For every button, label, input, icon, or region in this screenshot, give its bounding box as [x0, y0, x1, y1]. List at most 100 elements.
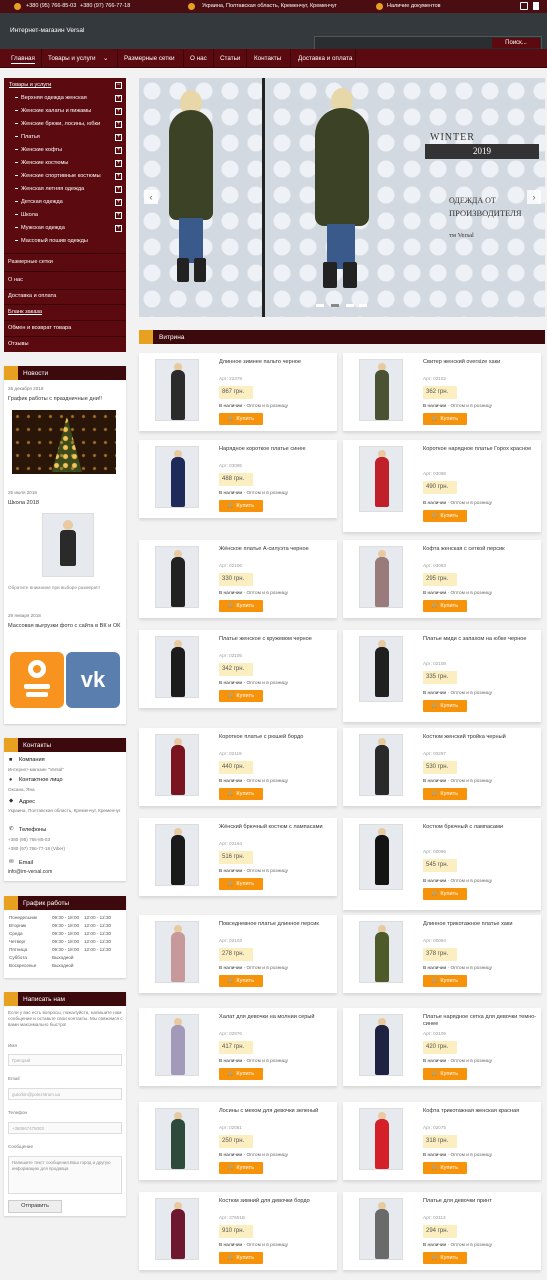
- category-item[interactable]: Женские халаты и пижамы: [4, 108, 126, 114]
- category-item[interactable]: Массовый пошив одежды: [4, 238, 126, 244]
- category-item[interactable]: Женские спортивные костюмы: [4, 173, 126, 179]
- product-title[interactable]: Кофта женская с сеткой персик: [423, 546, 537, 553]
- product-image[interactable]: [359, 824, 403, 890]
- buy-button[interactable]: 🛒 Купить: [219, 1068, 263, 1080]
- product-card[interactable]: Длинное трикотажное платье хаки Арт: 0009…: [343, 915, 541, 993]
- product-title[interactable]: Платье женское с кружевом черное: [219, 636, 333, 643]
- buy-button[interactable]: 🛒 Купить: [423, 888, 467, 900]
- slider-dot[interactable]: [346, 304, 354, 307]
- product-card[interactable]: Свитер женский oversize хаки Арт: 02102 36…: [343, 353, 541, 431]
- product-card[interactable]: Костюм брючный с лампасами Арт: 00096 545 …: [343, 818, 541, 910]
- product-image[interactable]: [155, 636, 199, 698]
- email-value[interactable]: info@im-versal.com: [8, 869, 52, 875]
- buy-button[interactable]: 🛒 Купить: [423, 700, 467, 712]
- sidebar-link-delivery[interactable]: Доставка и оплата: [8, 293, 130, 299]
- product-card[interactable]: Халат для девочки на молнии серый Арт: 02…: [139, 1008, 337, 1086]
- news-title[interactable]: График работы с праздничные дни!!: [8, 396, 102, 402]
- slider-dot[interactable]: [316, 304, 324, 307]
- product-card[interactable]: Платье женское с кружевом черное Арт: 021…: [139, 630, 337, 708]
- collapse-icon[interactable]: −: [115, 82, 122, 89]
- category-item[interactable]: Школа: [4, 212, 126, 218]
- category-item[interactable]: Женские брюки, лосины, юбки: [4, 121, 126, 127]
- buy-button[interactable]: 🛒 Купить: [423, 1252, 467, 1264]
- product-image[interactable]: [155, 546, 199, 608]
- category-item[interactable]: Верхняя одежда женская: [4, 95, 126, 101]
- buy-button[interactable]: 🛒 Купить: [219, 500, 263, 512]
- sidebar-link-exchange[interactable]: Обмен и возврат товара: [8, 325, 130, 331]
- product-image[interactable]: [359, 734, 403, 796]
- product-card[interactable]: Платье миди с запахом на юбке черное Арт:…: [343, 630, 541, 722]
- product-image[interactable]: [155, 1108, 199, 1170]
- product-title[interactable]: Лосины с мехом для девочки зеленый: [219, 1108, 333, 1115]
- menu-icon[interactable]: [533, 2, 539, 10]
- product-title[interactable]: Платье для девочки принт: [423, 1198, 537, 1205]
- buy-button[interactable]: 🛒 Купить: [219, 600, 263, 612]
- product-title[interactable]: Жёнский брючный костюм с лампасами: [219, 824, 333, 831]
- product-title[interactable]: Кофта трикотажная женская красная: [423, 1108, 537, 1115]
- product-image[interactable]: [155, 359, 199, 421]
- expand-icon[interactable]: +: [115, 147, 122, 154]
- expand-icon[interactable]: +: [115, 186, 122, 193]
- product-image[interactable]: [359, 1198, 403, 1260]
- product-image[interactable]: [155, 921, 199, 983]
- product-card[interactable]: Жёнское платье А-силуэта черное Арт: 0210…: [139, 540, 337, 618]
- search-button[interactable]: Поиск...: [492, 38, 540, 48]
- product-title[interactable]: Нарядное короткое платье синее: [219, 446, 333, 453]
- product-title[interactable]: Жёнское платье А-силуэта черное: [219, 546, 333, 553]
- product-card[interactable]: Лосины с мехом для девочки зеленый Арт: 0…: [139, 1102, 337, 1180]
- buy-button[interactable]: 🛒 Купить: [219, 975, 263, 987]
- slider-dot[interactable]: [331, 304, 339, 307]
- buy-button[interactable]: 🛒 Купить: [423, 413, 467, 425]
- product-title[interactable]: Костюм зимний для девочки бордо: [219, 1198, 333, 1205]
- product-image[interactable]: [359, 921, 403, 983]
- category-item[interactable]: Детская одежда: [4, 199, 126, 205]
- buy-button[interactable]: 🛒 Купить: [219, 1252, 263, 1264]
- category-item[interactable]: Женская летняя одежда: [4, 186, 126, 192]
- product-card[interactable]: Короткое нарядное платье Горох красное Ар…: [343, 440, 541, 532]
- product-card[interactable]: Повседневное платье длинное персик Арт: 0…: [139, 915, 337, 993]
- buy-button[interactable]: 🛒 Купить: [423, 1068, 467, 1080]
- product-card[interactable]: Короткое платье с рюшей бордо Арт: 02119 4…: [139, 728, 337, 806]
- phone-field[interactable]: +380667475003: [8, 1122, 122, 1134]
- product-title[interactable]: Костюм женский тройка черный: [423, 734, 537, 741]
- topbar-phone2[interactable]: +380 (97) 766-77-18: [80, 3, 130, 9]
- product-title[interactable]: Халат для девочки на молнии серый: [219, 1014, 333, 1021]
- buy-button[interactable]: 🛒 Купить: [219, 788, 263, 800]
- phone-value[interactable]: +380 (97) 766-77-18 (Viber): [8, 846, 65, 851]
- product-card[interactable]: Длинное зимнее пальто черное Арт: 22379 86…: [139, 353, 337, 431]
- slider-dot[interactable]: [359, 304, 367, 307]
- product-title[interactable]: Короткое нарядное платье Горох красное: [423, 446, 537, 453]
- expand-icon[interactable]: +: [115, 225, 122, 232]
- slider-next-icon[interactable]: ›: [527, 190, 541, 204]
- topbar-phone1[interactable]: +380 (95) 766-85-03: [26, 3, 76, 9]
- buy-button[interactable]: 🛒 Купить: [423, 975, 467, 987]
- product-image[interactable]: [359, 636, 403, 702]
- product-image[interactable]: [155, 446, 199, 508]
- product-image[interactable]: [155, 1198, 199, 1260]
- expand-icon[interactable]: +: [115, 173, 122, 180]
- buy-button[interactable]: 🛒 Купить: [423, 510, 467, 522]
- product-title[interactable]: Повседневное платье длинное персик: [219, 921, 333, 928]
- phone-value[interactable]: +380 (95) 766-85-03: [8, 837, 50, 842]
- product-card[interactable]: Нарядное короткое платье синее Арт: 03095…: [139, 440, 337, 518]
- product-card[interactable]: Кофта женская с сеткой персик Арт: 03093 2…: [343, 540, 541, 618]
- vk-icon[interactable]: vk: [66, 652, 120, 708]
- slider-prev-icon[interactable]: ‹: [144, 190, 158, 204]
- product-image[interactable]: [155, 734, 199, 796]
- name-field[interactable]: Григорий: [8, 1054, 122, 1066]
- product-title[interactable]: Платье нарядное сетка для девочки темно-…: [423, 1014, 537, 1028]
- product-image[interactable]: [359, 1014, 403, 1076]
- expand-icon[interactable]: +: [115, 108, 122, 115]
- product-image[interactable]: [359, 446, 403, 512]
- buy-button[interactable]: 🛒 Купить: [423, 1162, 467, 1174]
- topbar-docs-link[interactable]: Наличие документов: [387, 3, 441, 9]
- buy-button[interactable]: 🛒 Купить: [423, 600, 467, 612]
- product-card[interactable]: Костюм зимний для девочки бордо Арт: 3765…: [139, 1192, 337, 1270]
- product-card[interactable]: Костюм женский тройка черный Арт: 00297 53…: [343, 728, 541, 806]
- nav-articles[interactable]: Статьи: [220, 55, 240, 62]
- product-card[interactable]: Платье для девочки принт Арт: 02113 294 гр…: [343, 1192, 541, 1270]
- expand-icon[interactable]: +: [115, 199, 122, 206]
- product-title[interactable]: Свитер женский oversize хаки: [423, 359, 537, 366]
- product-image[interactable]: [155, 1014, 199, 1076]
- category-item[interactable]: Женские костюмы: [4, 160, 126, 166]
